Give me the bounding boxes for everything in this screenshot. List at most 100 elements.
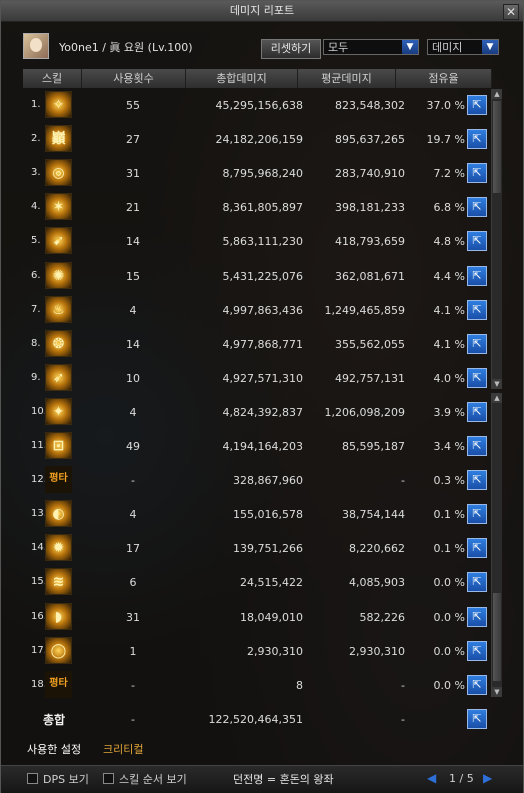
scroll-thumb[interactable] (493, 593, 501, 681)
skill-icon: ≋ (45, 568, 72, 595)
skill-icon: ♨ (45, 296, 72, 323)
column-header-count[interactable]: 사용횟수 (82, 69, 186, 88)
row-average-damage: 38,754,144 (342, 508, 405, 521)
skill-icon: ◗ (45, 603, 72, 630)
row-count: 14 (126, 338, 140, 351)
column-header-share[interactable]: 점유율 (396, 69, 492, 88)
total-count: - (131, 713, 135, 726)
scroll-up-icon[interactable]: ▲ (492, 393, 502, 403)
row-total-damage: 155,016,578 (233, 508, 303, 521)
dungeon-name: 던전명 = 혼돈의 왕좌 (233, 773, 334, 786)
table-row: 13. ◐ 4 155,016,578 38,754,144 0.1 % ⇱ (23, 498, 491, 532)
row-average-damage: 418,793,659 (335, 235, 405, 248)
skill-icon: 평타 (45, 671, 72, 698)
row-average-damage: 492,757,131 (335, 372, 405, 385)
reset-button[interactable]: 리셋하기 (261, 39, 321, 59)
row-count: 10 (126, 372, 140, 385)
table-row: 2. 巓 27 24,182,206,159 895,637,265 19.7 % ⇱ (23, 123, 491, 157)
row-share: 6.8 % (433, 201, 465, 214)
table-row: 3. ◎ 31 8,795,968,240 283,740,910 7.2 % ⇱ (23, 157, 491, 191)
row-share: 0.0 % (433, 611, 465, 624)
dps-checkbox[interactable] (27, 773, 38, 784)
row-share: 4.4 % (433, 270, 465, 283)
share-icon[interactable]: ⇱ (467, 266, 487, 286)
row-rank: 15. (31, 576, 47, 587)
share-icon[interactable]: ⇱ (467, 709, 487, 729)
row-average-damage: 355,562,055 (335, 338, 405, 351)
column-header-skill[interactable]: 스킬 (23, 69, 82, 88)
filter-select-value: 모두 (328, 41, 349, 54)
scroll-thumb[interactable] (493, 101, 501, 193)
share-icon[interactable]: ⇱ (467, 436, 487, 456)
share-icon[interactable]: ⇱ (467, 163, 487, 183)
row-share: 0.1 % (433, 542, 465, 555)
share-icon[interactable]: ⇱ (467, 470, 487, 490)
row-count: - (131, 474, 135, 487)
bottom-bar: DPS 보기 스킬 순서 보기 던전명 = 혼돈의 왕좌 ◀ 1 / 5 ▶ (1, 765, 523, 793)
row-average-damage: 823,548,302 (335, 99, 405, 112)
share-icon[interactable]: ⇱ (467, 231, 487, 251)
share-icon[interactable]: ⇱ (467, 504, 487, 524)
skill-icon: ⊡ (45, 432, 72, 459)
share-icon[interactable]: ⇱ (467, 95, 487, 115)
row-total-damage: 5,863,111,230 (222, 235, 303, 248)
sort-select[interactable]: 데미지 ▼ (427, 39, 499, 55)
prev-page-icon[interactable]: ◀ (427, 771, 436, 785)
share-icon[interactable]: ⇱ (467, 402, 487, 422)
row-average-damage: 1,206,098,209 (324, 406, 405, 419)
row-share: 0.0 % (433, 679, 465, 692)
row-share: 4.1 % (433, 304, 465, 317)
share-icon[interactable]: ⇱ (467, 641, 487, 661)
row-rank: 10. (31, 406, 47, 417)
row-total-damage: 8 (296, 679, 303, 692)
table-row: 8. ❂ 14 4,977,868,771 355,562,055 4.1 % ⇱ (23, 328, 491, 362)
row-total-damage: 24,182,206,159 (215, 133, 303, 146)
table-row: 7. ♨ 4 4,997,863,436 1,249,465,859 4.1 % ⇱ (23, 294, 491, 328)
row-total-damage: 2,930,310 (247, 645, 303, 658)
row-count: 17 (126, 542, 140, 555)
row-share: 37.0 % (426, 99, 465, 112)
row-average-damage: 398,181,233 (335, 201, 405, 214)
scroll-down-icon[interactable]: ▼ (492, 687, 502, 697)
table-row: 14. ✹ 17 139,751,266 8,220,662 0.1 % ⇱ (23, 532, 491, 566)
close-icon[interactable]: ✕ (503, 4, 519, 20)
scroll-up-icon[interactable]: ▲ (492, 89, 502, 99)
skill-order-checkbox[interactable] (103, 773, 114, 784)
share-icon[interactable]: ⇱ (467, 300, 487, 320)
share-icon[interactable]: ⇱ (467, 675, 487, 695)
row-share: 0.0 % (433, 645, 465, 658)
row-average-damage: 582,226 (359, 611, 406, 624)
share-icon[interactable]: ⇱ (467, 334, 487, 354)
row-total-damage: 8,361,805,897 (222, 201, 303, 214)
row-average-damage: 1,249,465,859 (324, 304, 405, 317)
row-count: 31 (126, 167, 140, 180)
row-rank: 7. (31, 304, 41, 315)
table-row: 5. ➹ 14 5,863,111,230 418,793,659 4.8 % ⇱ (23, 225, 491, 259)
share-icon[interactable]: ⇱ (467, 607, 487, 627)
share-icon[interactable]: ⇱ (467, 368, 487, 388)
window-titlebar[interactable]: 데미지 리포트 ✕ (1, 1, 523, 22)
row-share: 3.4 % (433, 440, 465, 453)
scroll-down-icon[interactable]: ▼ (492, 379, 502, 389)
share-icon[interactable]: ⇱ (467, 538, 487, 558)
filter-select[interactable]: 모두 ▼ (323, 39, 419, 55)
scrollbar-upper[interactable]: ▲ ▼ (491, 89, 502, 389)
next-page-icon[interactable]: ▶ (483, 771, 492, 785)
column-header-average[interactable]: 평균데미지 (298, 69, 396, 88)
chevron-down-icon[interactable]: ▼ (402, 40, 418, 54)
tab-used-settings[interactable]: 사용한 설정 (27, 741, 81, 757)
row-average-damage: 2,930,310 (349, 645, 405, 658)
share-icon[interactable]: ⇱ (467, 572, 487, 592)
column-header-total[interactable]: 총합데미지 (186, 69, 298, 88)
share-icon[interactable]: ⇱ (467, 197, 487, 217)
row-total-damage: 8,795,968,240 (222, 167, 303, 180)
scrollbar-lower[interactable]: ▲ ▼ (491, 393, 502, 697)
tab-critical[interactable]: 크리티컬 (103, 741, 143, 757)
row-count: 4 (129, 304, 137, 317)
share-icon[interactable]: ⇱ (467, 129, 487, 149)
chevron-down-icon[interactable]: ▼ (482, 40, 498, 54)
row-share: 3.9 % (433, 406, 465, 419)
skill-icon: 평타 (45, 466, 72, 493)
skill-icon: ◯ (45, 637, 72, 664)
total-average: - (401, 713, 405, 726)
